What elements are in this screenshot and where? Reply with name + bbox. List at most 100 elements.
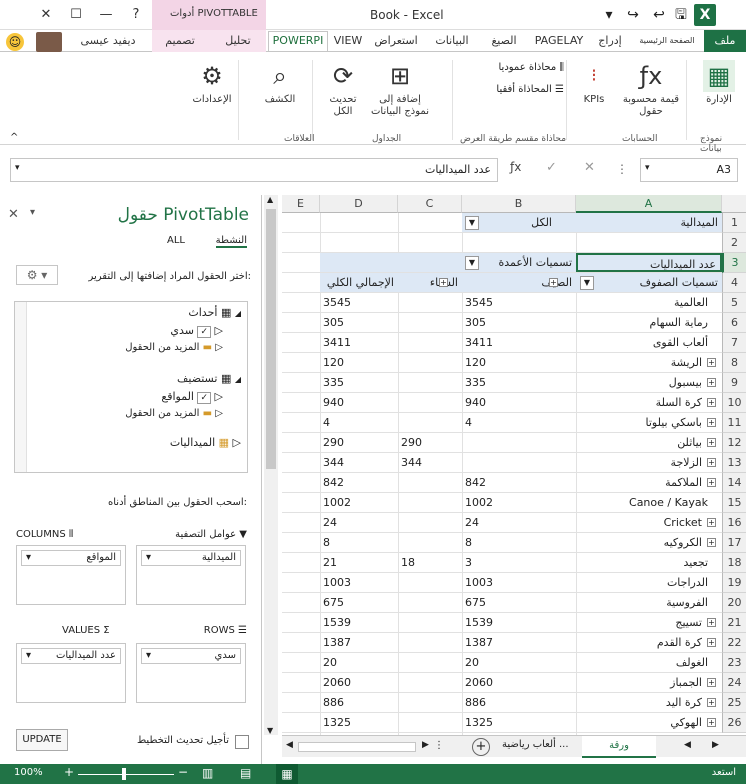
- row-label-cell[interactable]: الهوكي: [576, 713, 722, 733]
- values-area[interactable]: عدد الميداليات ▾: [16, 643, 126, 703]
- winter-value-cell[interactable]: [398, 513, 462, 533]
- expand-row-icon[interactable]: +: [707, 438, 716, 447]
- row-label-cell[interactable]: الكروكيه: [576, 533, 722, 553]
- total-value-cell[interactable]: 2060: [320, 673, 398, 693]
- row-header[interactable]: 6: [722, 313, 746, 333]
- row-label-cell[interactable]: كرة السلة: [576, 393, 722, 413]
- zoom-slider[interactable]: [78, 774, 174, 775]
- row-label-cell[interactable]: الدراجات: [576, 573, 722, 593]
- insert-function-icon[interactable]: ƒx: [510, 160, 521, 174]
- close-pane-icon[interactable]: ✕: [8, 207, 19, 222]
- winter-value-cell[interactable]: [398, 313, 462, 333]
- summer-value-cell[interactable]: 3545: [462, 293, 576, 313]
- row-header[interactable]: 4: [722, 273, 746, 293]
- defer-update-checkbox[interactable]: [235, 735, 249, 749]
- avatar[interactable]: [36, 32, 62, 52]
- collapse-ribbon-icon[interactable]: ^: [10, 132, 18, 143]
- summer-value-cell[interactable]: 675: [462, 593, 576, 613]
- value-pill[interactable]: عدد الميداليات ▾: [21, 648, 121, 664]
- winter-value-cell[interactable]: 290: [398, 433, 462, 453]
- summer-value-cell[interactable]: 1325: [462, 713, 576, 733]
- winter-value-cell[interactable]: [398, 473, 462, 493]
- zoom-level[interactable]: 100%: [14, 767, 43, 778]
- total-value-cell[interactable]: 1539: [320, 613, 398, 633]
- filter-pill[interactable]: الميدالية ▾: [141, 550, 241, 566]
- summer-value-cell[interactable]: 3411: [462, 333, 576, 353]
- zoom-slider-thumb[interactable]: [122, 768, 126, 780]
- column-header-c[interactable]: C: [398, 195, 462, 213]
- feedback-smiley-icon[interactable]: ☺: [6, 33, 24, 51]
- row-label-cell[interactable]: Cricket: [576, 513, 722, 533]
- total-value-cell[interactable]: 3411: [320, 333, 398, 353]
- total-value-cell[interactable]: 1325: [320, 713, 398, 733]
- field-more[interactable]: المزيد من الحقول ▬ ▷: [125, 342, 223, 353]
- tab-insert[interactable]: إدراج: [590, 32, 630, 52]
- row-header[interactable]: 11: [722, 413, 746, 433]
- summer-value-cell[interactable]: [462, 453, 576, 473]
- table-tastadhif[interactable]: تستضيف ▦ ◢: [177, 372, 241, 385]
- expand-row-icon[interactable]: +: [707, 358, 716, 367]
- row-label-cell[interactable]: العالمية: [576, 293, 722, 313]
- tab-design[interactable]: تصميم: [152, 32, 208, 52]
- zoom-in-icon[interactable]: +: [64, 765, 74, 779]
- field-sdi[interactable]: سدي ✓ ▷: [170, 324, 223, 338]
- column-header-a[interactable]: A: [576, 195, 722, 213]
- columns-area[interactable]: المواقع ▾: [16, 545, 126, 605]
- scroll-up-icon[interactable]: ▲: [267, 195, 273, 204]
- minimize-button[interactable]: —: [92, 4, 120, 26]
- total-value-cell[interactable]: 344: [320, 453, 398, 473]
- total-value-cell[interactable]: 886: [320, 693, 398, 713]
- summer-value-cell[interactable]: 3: [462, 553, 576, 573]
- column-pill[interactable]: المواقع ▾: [21, 550, 121, 566]
- row-label-cell[interactable]: كرة القدم: [576, 633, 722, 653]
- update-all-button[interactable]: ⟳ تحديث الكل: [320, 60, 366, 118]
- row-label-cell[interactable]: الجمباز: [576, 673, 722, 693]
- summer-value-cell[interactable]: 1003: [462, 573, 576, 593]
- winter-value-cell[interactable]: [398, 493, 462, 513]
- kpis-button[interactable]: ⁝ KPIs: [574, 60, 614, 106]
- pane-settings-gear-icon[interactable]: ⚙ ▾: [16, 265, 58, 285]
- expand-row-icon[interactable]: +: [707, 538, 716, 547]
- total-value-cell[interactable]: 290: [320, 433, 398, 453]
- tab-formulas[interactable]: الصيغ: [480, 32, 528, 52]
- total-value-cell[interactable]: 1002: [320, 493, 398, 513]
- tab-review[interactable]: استعراض: [368, 32, 424, 52]
- hscroll-left-icon[interactable]: ◀: [286, 740, 293, 750]
- total-value-cell[interactable]: 21: [320, 553, 398, 573]
- field-locations[interactable]: المواقع ✓ ▷: [161, 390, 223, 404]
- formula-input[interactable]: عدد الميداليات ▾: [10, 158, 498, 182]
- row-label-cell[interactable]: الملاكمة: [576, 473, 722, 493]
- row-label-cell[interactable]: رماية السهام: [576, 313, 722, 333]
- row-label-cell[interactable]: ألعاب القوى: [576, 333, 722, 353]
- row-header[interactable]: 22: [722, 633, 746, 653]
- row-header[interactable]: 1: [722, 213, 746, 233]
- total-value-cell[interactable]: 1003: [320, 573, 398, 593]
- save-icon[interactable]: 🖫: [670, 4, 692, 26]
- redo-icon[interactable]: ↪: [622, 4, 644, 26]
- normal-view-icon[interactable]: ▦: [276, 764, 298, 784]
- summer-value-cell[interactable]: 1002: [462, 493, 576, 513]
- hscroll-right-icon[interactable]: ▶: [422, 740, 429, 750]
- page-break-view-icon[interactable]: ▥: [202, 766, 213, 780]
- winter-value-cell[interactable]: [398, 393, 462, 413]
- filter-field-value[interactable]: الكل: [462, 213, 576, 232]
- tab-analyze[interactable]: تحليل: [210, 32, 266, 52]
- total-value-cell[interactable]: 675: [320, 593, 398, 613]
- summer-value-cell[interactable]: 1387: [462, 633, 576, 653]
- winter-value-cell[interactable]: [398, 353, 462, 373]
- sheet-nav-right-icon[interactable]: ▶: [712, 740, 719, 750]
- tab-data[interactable]: البيانات: [426, 32, 478, 52]
- expand-row-icon[interactable]: +: [707, 718, 716, 727]
- row-label-cell[interactable]: الريشة: [576, 353, 722, 373]
- detect-button[interactable]: ⌕ الكشف: [256, 60, 304, 106]
- row-header[interactable]: 15: [722, 493, 746, 513]
- row-label-cell[interactable]: الزلاجة: [576, 453, 722, 473]
- summer-value-cell[interactable]: 335: [462, 373, 576, 393]
- summer-value-cell[interactable]: 886: [462, 693, 576, 713]
- new-sheet-button[interactable]: +: [472, 738, 490, 756]
- tab-powerpivot[interactable]: POWERPI: [268, 31, 328, 51]
- row-header[interactable]: 14: [722, 473, 746, 493]
- total-value-cell[interactable]: 8: [320, 533, 398, 553]
- settings-button[interactable]: ⚙ الإعدادات: [188, 60, 236, 106]
- row-labels-dropdown-icon[interactable]: ▼: [580, 276, 594, 290]
